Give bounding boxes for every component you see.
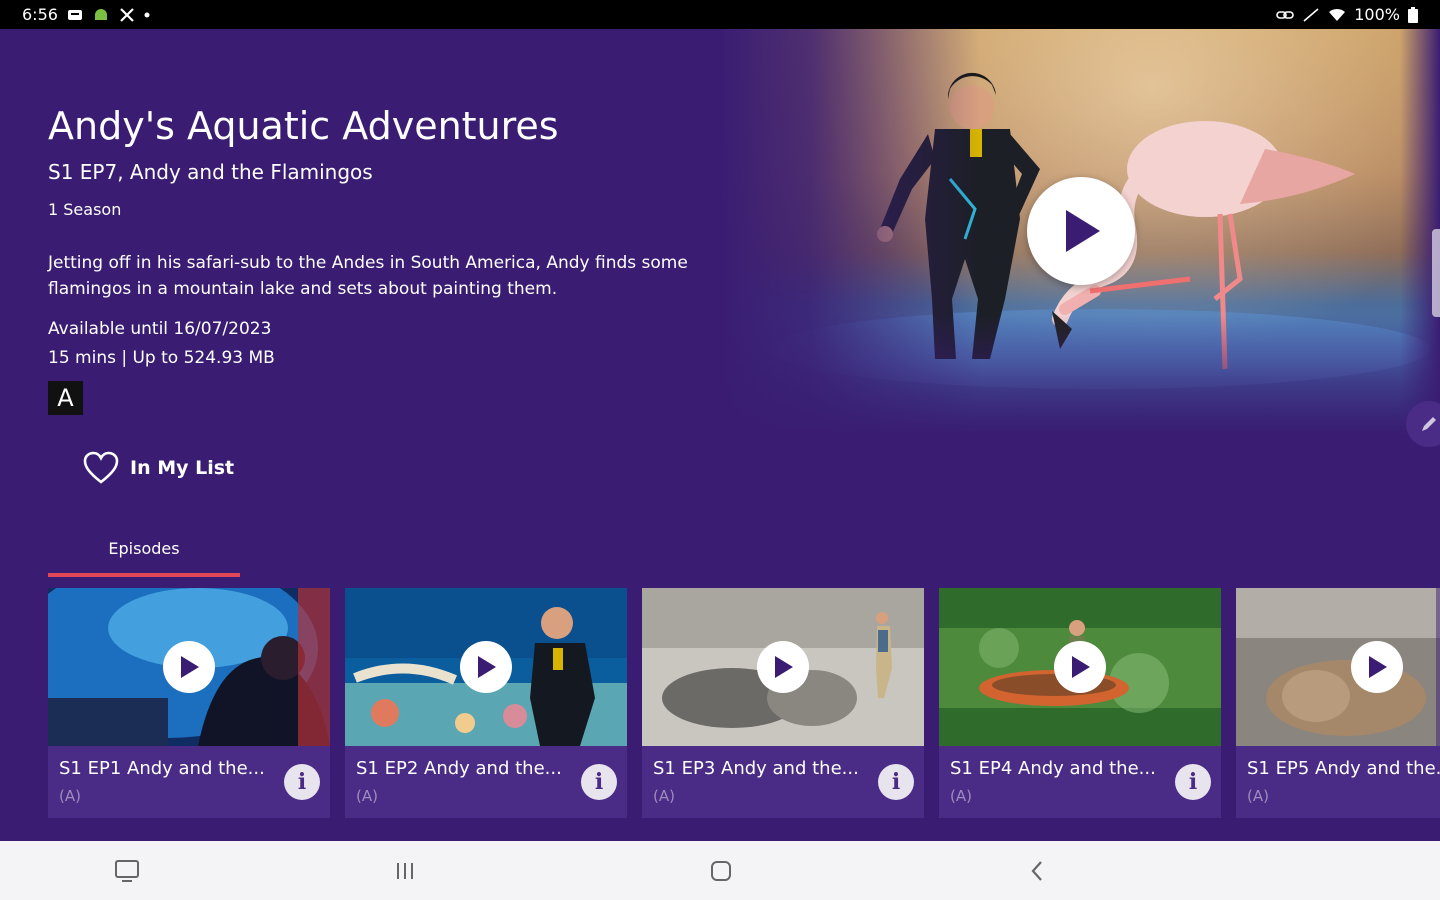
pencil-icon <box>1422 417 1436 431</box>
hero-image[interactable] <box>720 29 1440 434</box>
episode-title: S1 EP1 Andy and the... <box>59 758 265 779</box>
episode-card[interactable]: S1 EP3 Andy and the... (A) i <box>642 588 924 818</box>
dot-icon <box>144 12 150 17</box>
screenshot-button[interactable] <box>114 858 140 884</box>
show-title: Andy's Aquatic Adventures <box>48 104 559 148</box>
heart-icon <box>83 451 119 484</box>
battery-icon <box>1408 6 1418 23</box>
edit-button[interactable] <box>1406 401 1440 447</box>
side-scroll-handle[interactable] <box>1432 229 1440 317</box>
hero-fade-bottom <box>720 314 1440 434</box>
recent-apps-button[interactable] <box>392 858 418 884</box>
episode-play-button[interactable] <box>460 641 512 693</box>
info-icon[interactable]: i <box>581 764 617 800</box>
episode-carousel[interactable]: S1 EP1 Andy and the... (A) i S1 EP2 Andy… <box>48 588 1440 818</box>
play-icon <box>1072 656 1090 678</box>
episode-card[interactable]: S1 EP1 Andy and the... (A) i <box>48 588 330 818</box>
age-rating-badge: A <box>48 381 83 415</box>
recent-apps-icon <box>397 863 413 879</box>
episode-card[interactable]: S1 EP4 Andy and the... (A) i <box>939 588 1221 818</box>
my-list-button[interactable]: In My List <box>82 448 234 488</box>
episode-rating: (A) <box>653 787 675 805</box>
episode-title: S1 EP3 Andy and the... <box>653 758 859 779</box>
episode-play-button[interactable] <box>757 641 809 693</box>
tab-episodes-label: Episodes <box>108 539 180 558</box>
status-left: 6:56 <box>22 5 150 24</box>
back-button[interactable] <box>1024 858 1050 884</box>
info-icon[interactable]: i <box>878 764 914 800</box>
episode-play-button[interactable] <box>1054 641 1106 693</box>
system-nav-bar <box>0 841 1440 900</box>
info-icon[interactable]: i <box>284 764 320 800</box>
home-icon <box>711 861 731 881</box>
hero-play-button[interactable] <box>1027 177 1135 285</box>
episode-title: S1 EP5 Andy and the... <box>1247 758 1440 779</box>
play-icon <box>478 656 496 678</box>
link-icon <box>1276 10 1295 19</box>
home-button[interactable] <box>708 858 734 884</box>
info-icon[interactable]: i <box>1175 764 1211 800</box>
android-icon <box>94 8 107 20</box>
episode-thumbnail <box>1236 588 1440 746</box>
play-icon <box>1369 656 1387 678</box>
episode-rating: (A) <box>950 787 972 805</box>
screenshot-icon <box>115 860 139 882</box>
status-time: 6:56 <box>22 5 58 24</box>
season-count: 1 Season <box>48 200 122 219</box>
episode-rating: (A) <box>1247 787 1269 805</box>
back-icon <box>1031 861 1042 881</box>
episode-title: S1 EP4 Andy and the... <box>950 758 1156 779</box>
episode-card[interactable]: S1 EP5 Andy and the... (A) <box>1236 588 1440 818</box>
status-bar: 6:56 100% <box>0 0 1440 29</box>
episode-description: Jetting off in his safari-sub to the And… <box>48 253 688 299</box>
play-icon <box>1066 210 1100 252</box>
episode-play-button[interactable] <box>163 641 215 693</box>
episode-play-button[interactable] <box>1351 641 1403 693</box>
status-right: 100% <box>1276 5 1418 24</box>
show-detail-page: Andy's Aquatic Adventures S1 EP7, Andy a… <box>0 29 1440 841</box>
availability-text: Available until 16/07/2023 <box>48 319 272 339</box>
tab-episodes[interactable]: Episodes <box>48 533 240 577</box>
no-signal-icon <box>1303 7 1319 22</box>
play-icon <box>181 656 199 678</box>
x-app-icon <box>120 7 134 22</box>
tab-active-indicator <box>48 573 240 577</box>
episode-rating: (A) <box>356 787 378 805</box>
wifi-icon <box>1329 8 1346 21</box>
episode-card[interactable]: S1 EP2 Andy and the... (A) i <box>345 588 627 818</box>
battery-percent: 100% <box>1354 5 1400 24</box>
notification-icon <box>67 9 82 20</box>
duration-size-text: 15 mins | Up to 524.93 MB <box>48 348 275 368</box>
play-icon <box>775 656 793 678</box>
episode-title: S1 EP2 Andy and the... <box>356 758 562 779</box>
my-list-label: In My List <box>130 457 235 479</box>
episode-subtitle: S1 EP7, Andy and the Flamingos <box>48 160 373 184</box>
episode-rating: (A) <box>59 787 81 805</box>
